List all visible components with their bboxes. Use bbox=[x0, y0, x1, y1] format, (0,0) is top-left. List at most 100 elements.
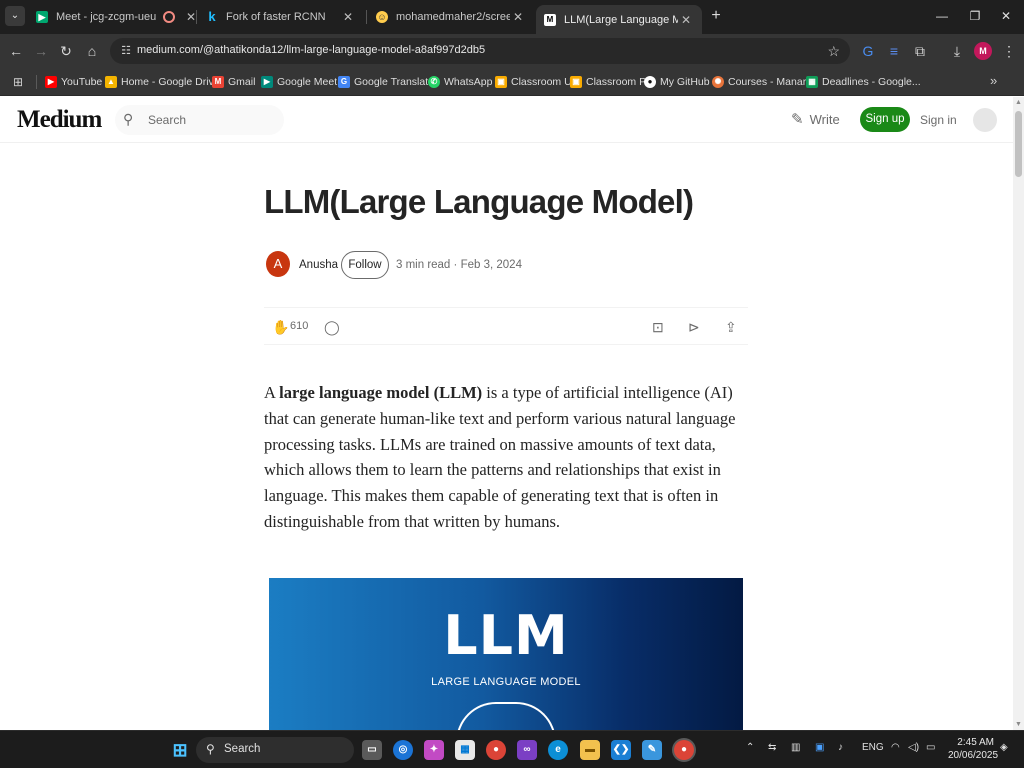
browser-menu-button[interactable]: ⋮ bbox=[999, 41, 1019, 61]
back-button[interactable]: ← bbox=[6, 41, 26, 61]
notifications-icon[interactable]: ◈ bbox=[1000, 742, 1008, 753]
sign-up-button[interactable]: Sign up bbox=[860, 107, 910, 132]
language-indicator[interactable]: ENG bbox=[862, 742, 884, 753]
publish-date: Feb 3, 2024 bbox=[460, 259, 522, 271]
reload-button[interactable]: ↻ bbox=[56, 41, 76, 61]
bookmark-deadlines-sheet[interactable]: ▦ Deadlines - Google... bbox=[806, 73, 921, 91]
bookmark-google-translate[interactable]: G Google Translate bbox=[338, 73, 434, 91]
app-icon[interactable]: ✎ bbox=[642, 740, 662, 760]
chrome-profile-icon[interactable]: ● bbox=[674, 740, 694, 760]
close-icon[interactable]: ✕ bbox=[510, 10, 526, 24]
file-explorer-icon[interactable]: ▬ bbox=[580, 740, 600, 760]
bookmark-google-drive[interactable]: ▲ Home - Google Drive bbox=[105, 73, 220, 91]
bookmark-star-icon[interactable]: ☆ bbox=[827, 42, 840, 60]
chart-icon[interactable]: ▥ bbox=[791, 742, 800, 753]
article-paragraph: A large language model (LLM) is a type o… bbox=[264, 380, 748, 535]
minimize-button[interactable]: — bbox=[928, 6, 956, 26]
forward-button[interactable]: → bbox=[31, 41, 51, 61]
taskbar-search-label: Search bbox=[224, 743, 261, 755]
microsoft-store-icon[interactable]: ▦ bbox=[455, 740, 475, 760]
web-page: Medium ⚲ Search ✎ Write Sign up Sign in … bbox=[0, 97, 1013, 730]
chrome-icon[interactable]: ● bbox=[486, 740, 506, 760]
youtube-icon: ▶ bbox=[45, 76, 57, 88]
restore-icon: ❐ bbox=[969, 9, 981, 23]
windows-start-icon[interactable]: ⊞ bbox=[170, 740, 190, 760]
reading-mode-button[interactable]: ≡ bbox=[884, 41, 904, 61]
bookmark-classroom-p[interactable]: ▣ Classroom P bbox=[570, 73, 646, 91]
extensions-button[interactable]: ⧉ bbox=[910, 41, 930, 61]
kaggle-icon: k bbox=[208, 9, 216, 24]
tab-huggingface[interactable]: ☺ mohamedmaher2/screenshots ✕ bbox=[368, 4, 534, 30]
system-clock[interactable]: 2:45 AM 20/06/2025 bbox=[948, 736, 998, 762]
visual-studio-icon[interactable]: ∞ bbox=[517, 740, 537, 760]
write-button[interactable]: ✎ Write bbox=[791, 110, 840, 128]
defender-icon[interactable]: ▣ bbox=[815, 742, 824, 753]
tab-recording[interactable]: ✕ bbox=[155, 4, 196, 30]
url-text[interactable]: medium.com/@athatikonda12/llm-large-lang… bbox=[137, 44, 485, 56]
puzzle-icon: ⧉ bbox=[915, 43, 925, 59]
address-bar[interactable]: ☷ medium.com/@athatikonda12/llm-large-la… bbox=[110, 38, 850, 64]
translate-extension-button[interactable]: G bbox=[858, 41, 878, 61]
bookmark-label: Google Meet bbox=[277, 76, 338, 88]
new-tab-button[interactable]: + bbox=[706, 6, 726, 26]
user-avatar[interactable] bbox=[973, 108, 997, 132]
follow-button[interactable]: Follow bbox=[341, 251, 389, 279]
home-button[interactable]: ⌂ bbox=[82, 41, 102, 61]
reload-icon: ↻ bbox=[60, 43, 72, 59]
bookmark-label: Classroom P bbox=[586, 76, 647, 88]
author-avatar[interactable]: A bbox=[266, 251, 290, 277]
more-bookmarks-icon[interactable]: » bbox=[990, 73, 997, 88]
bookmark-whatsapp[interactable]: ✆ WhatsApp bbox=[428, 73, 492, 91]
share-icon[interactable]: ⇪ bbox=[725, 318, 737, 336]
search-input[interactable]: ⚲ Search bbox=[115, 105, 284, 135]
github-icon: ● bbox=[644, 76, 656, 88]
show-hidden-icons-icon[interactable]: ⌃ bbox=[746, 742, 754, 753]
wifi-icon[interactable]: ◠ bbox=[891, 742, 900, 753]
article-actions-bar: ✋ 610 ◯ ⊡ ⊳ ⇪ bbox=[264, 307, 748, 345]
profile-avatar[interactable]: M bbox=[974, 42, 992, 60]
close-icon: ✕ bbox=[1000, 9, 1012, 23]
bookmark-add-icon[interactable]: ⊡ bbox=[652, 318, 664, 336]
close-window-button[interactable]: ✕ bbox=[992, 6, 1020, 26]
bookmark-github[interactable]: ● My GitHub bbox=[644, 73, 710, 91]
apps-grid-icon[interactable]: ⊞ bbox=[10, 74, 26, 90]
bookmark-label: Google Translate bbox=[354, 76, 434, 88]
widgets-icon[interactable]: ◎ bbox=[393, 740, 413, 760]
edge-icon[interactable]: e bbox=[548, 740, 568, 760]
bookmark-google-meet[interactable]: ▶ Google Meet bbox=[261, 73, 337, 91]
scroll-up-icon[interactable]: ▲ bbox=[1015, 99, 1022, 106]
battery-icon[interactable]: ▭ bbox=[926, 742, 935, 753]
close-icon[interactable]: ✕ bbox=[340, 10, 356, 24]
copilot-icon[interactable]: ✦ bbox=[424, 740, 444, 760]
close-icon[interactable]: ✕ bbox=[678, 13, 694, 27]
tab-search-button[interactable]: ⌄ bbox=[5, 6, 25, 26]
bookmark-youtube[interactable]: ▶ YouTube bbox=[45, 73, 102, 91]
bookmark-gmail[interactable]: M Gmail bbox=[212, 73, 255, 91]
paragraph-prefix: A bbox=[264, 383, 280, 402]
scroll-thumb[interactable] bbox=[1015, 111, 1022, 177]
page-scrollbar[interactable]: ▲ ▼ bbox=[1013, 97, 1024, 730]
site-info-icon[interactable]: ☷ bbox=[118, 43, 134, 59]
clap-icon[interactable]: ✋ bbox=[272, 318, 289, 336]
volume-icon[interactable]: ◁) bbox=[908, 742, 919, 753]
author-name[interactable]: Anusha bbox=[299, 259, 338, 271]
tab-kaggle[interactable]: k Fork of faster RCNN ✕ bbox=[198, 4, 364, 30]
task-view-icon[interactable]: ▭ bbox=[362, 740, 382, 760]
transfer-icon[interactable]: ⇆ bbox=[768, 742, 776, 753]
downloads-button[interactable]: ⤓ bbox=[947, 41, 967, 61]
bookmark-manara[interactable]: ✺ Courses - Manara bbox=[712, 73, 812, 91]
microphone-icon[interactable]: ♪ bbox=[838, 742, 843, 753]
sign-in-link[interactable]: Sign in bbox=[920, 113, 957, 127]
classroom-icon: ▣ bbox=[495, 76, 507, 88]
scroll-down-icon[interactable]: ▼ bbox=[1015, 721, 1022, 728]
google-sheets-icon: ▦ bbox=[806, 76, 818, 88]
comment-icon[interactable]: ◯ bbox=[324, 318, 340, 336]
taskbar-search[interactable]: ⚲ Search bbox=[196, 737, 354, 763]
medium-logo[interactable]: Medium bbox=[17, 106, 102, 134]
vscode-icon[interactable]: ❮❯ bbox=[611, 740, 631, 760]
tab-medium-active[interactable]: M LLM(Large Language Model). A ✕ bbox=[536, 5, 702, 34]
translate-icon: G bbox=[862, 43, 874, 59]
bookmark-classroom-u[interactable]: ▣ Classroom U bbox=[495, 73, 572, 91]
restore-button[interactable]: ❐ bbox=[961, 6, 989, 26]
play-audio-icon[interactable]: ⊳ bbox=[688, 318, 700, 336]
